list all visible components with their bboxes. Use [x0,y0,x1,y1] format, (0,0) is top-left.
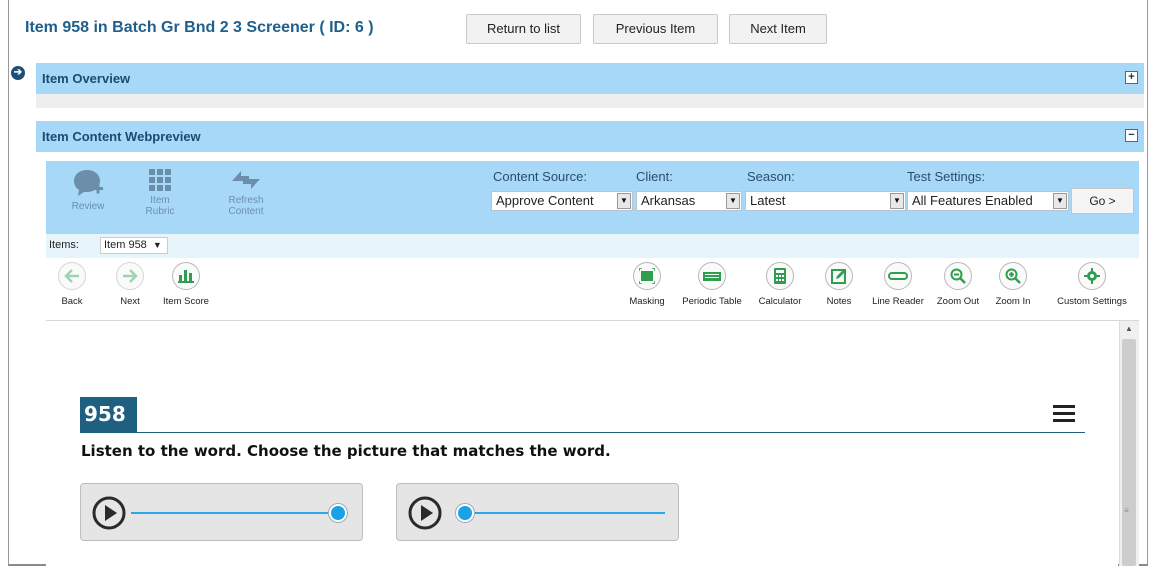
review-label: Review [71,201,105,212]
item-content-webpreview-header[interactable]: Item Content Webpreview − [36,121,1144,152]
scrollbar-thumb[interactable] [1122,339,1136,566]
menu-icon[interactable] [1053,405,1075,426]
content-source-value: Approve Content [496,193,594,208]
zoom-in-icon [999,262,1027,290]
zoom-out-label: Zoom Out [936,296,980,307]
line-reader-button[interactable]: Line Reader [867,262,929,307]
items-row: Items: Item 958 ▼ [46,234,1139,258]
gear-icon [1078,262,1106,290]
play-icon[interactable] [408,496,442,530]
next-arrow-icon [116,262,144,290]
question-prompt: Listen to the word. Choose the picture t… [81,442,611,460]
audio-player-1[interactable] [80,483,363,541]
items-label: Items: [49,239,79,251]
dropdown-arrow-icon: ▼ [617,193,631,209]
item-content-webpreview-title: Item Content Webpreview [42,129,201,144]
content-source-select[interactable]: Approve Content ▼ [491,191,633,211]
notes-icon [825,262,853,290]
next-button[interactable]: Next [110,262,150,307]
custom-settings-label: Custom Settings [1057,296,1127,307]
grid-icon [149,169,171,191]
bar-chart-icon [172,262,200,290]
test-settings-select[interactable]: All Features Enabled ▼ [907,191,1069,211]
caret-down-icon: ▼ [152,240,162,250]
test-settings-label: Test Settings: [907,169,986,184]
zoom-in-label: Zoom In [995,296,1031,307]
content-source-label: Content Source: [493,169,587,184]
return-to-list-button[interactable]: Return to list [466,14,581,44]
go-button[interactable]: Go > [1071,188,1134,214]
item-rubric-label-1: Item [150,195,170,206]
refresh-icon [232,171,260,189]
audio-slider-knob[interactable] [329,504,347,522]
season-select[interactable]: Latest ▼ [745,191,906,211]
audio-player-2[interactable] [396,483,679,541]
masking-label: Masking [629,296,665,307]
item-rubric-label-2: Rubric [145,206,175,217]
audio-track[interactable] [131,512,339,514]
scroll-up-icon[interactable]: ▲ [1125,324,1133,333]
item-overview-body [36,94,1144,108]
expand-arrow-icon[interactable]: ➔ [11,66,25,80]
masking-button[interactable]: Masking [622,262,672,307]
tools-row: Back Next Item Score Masking Periodic Ta… [46,258,1139,321]
zoom-in-button[interactable]: Zoom In [988,262,1038,307]
masking-icon [633,262,661,290]
collapse-icon[interactable]: − [1125,129,1138,142]
season-label: Season: [747,169,795,184]
item-overview-header[interactable]: Item Overview + [36,63,1144,94]
back-button[interactable]: Back [52,262,92,307]
play-icon[interactable] [92,496,126,530]
item-overview-title: Item Overview [42,71,131,86]
scroll-grip-icon: ≡ [1124,506,1129,515]
dropdown-arrow-icon: ▼ [1053,193,1067,209]
back-label: Back [61,296,83,307]
calculator-button[interactable]: Calculator [752,262,808,307]
question-divider [80,432,1085,433]
item-rubric-tool[interactable]: Item Rubric [138,167,182,217]
next-item-button[interactable]: Next Item [729,14,827,44]
periodic-table-icon [698,262,726,290]
audio-slider-knob[interactable] [456,504,474,522]
page-title: Item 958 in Batch Gr Bnd 2 3 Screener ( … [25,19,374,36]
items-value: Item 958 [104,239,147,251]
review-icon [74,170,103,196]
item-score-button[interactable]: Item Score [159,262,213,307]
expand-icon[interactable]: + [1125,71,1138,84]
client-select[interactable]: Arkansas ▼ [636,191,742,211]
dropdown-arrow-icon: ▼ [890,193,904,209]
refresh-content-tool[interactable]: Refresh Content [221,167,271,217]
audio-track[interactable] [461,512,665,514]
zoom-out-icon [944,262,972,290]
periodic-table-button[interactable]: Periodic Table [675,262,749,307]
notes-label: Notes [826,296,852,307]
custom-settings-button[interactable]: Custom Settings [1047,262,1137,307]
previous-item-button[interactable]: Previous Item [593,14,718,44]
test-settings-value: All Features Enabled [912,193,1033,208]
season-value: Latest [750,193,786,208]
notes-button[interactable]: Notes [817,262,861,307]
items-select[interactable]: Item 958 ▼ [100,237,168,254]
line-reader-icon [884,262,912,290]
review-tool[interactable]: Review [60,167,116,212]
client-value: Arkansas [641,193,696,208]
refresh-label-1: Refresh [228,195,264,206]
calculator-icon [766,262,794,290]
periodic-table-label: Periodic Table [682,296,742,307]
dropdown-arrow-icon: ▼ [726,193,740,209]
calculator-label: Calculator [758,296,802,307]
zoom-out-button[interactable]: Zoom Out [932,262,984,307]
content-scrollbar[interactable]: ▲ ≡ [1119,321,1139,566]
client-label: Client: [636,169,673,184]
back-arrow-icon [58,262,86,290]
refresh-label-2: Content [228,206,264,217]
question-number: 958 [80,397,137,432]
item-score-label: Item Score [163,296,209,307]
line-reader-label: Line Reader [872,296,924,307]
next-label: Next [120,296,140,307]
